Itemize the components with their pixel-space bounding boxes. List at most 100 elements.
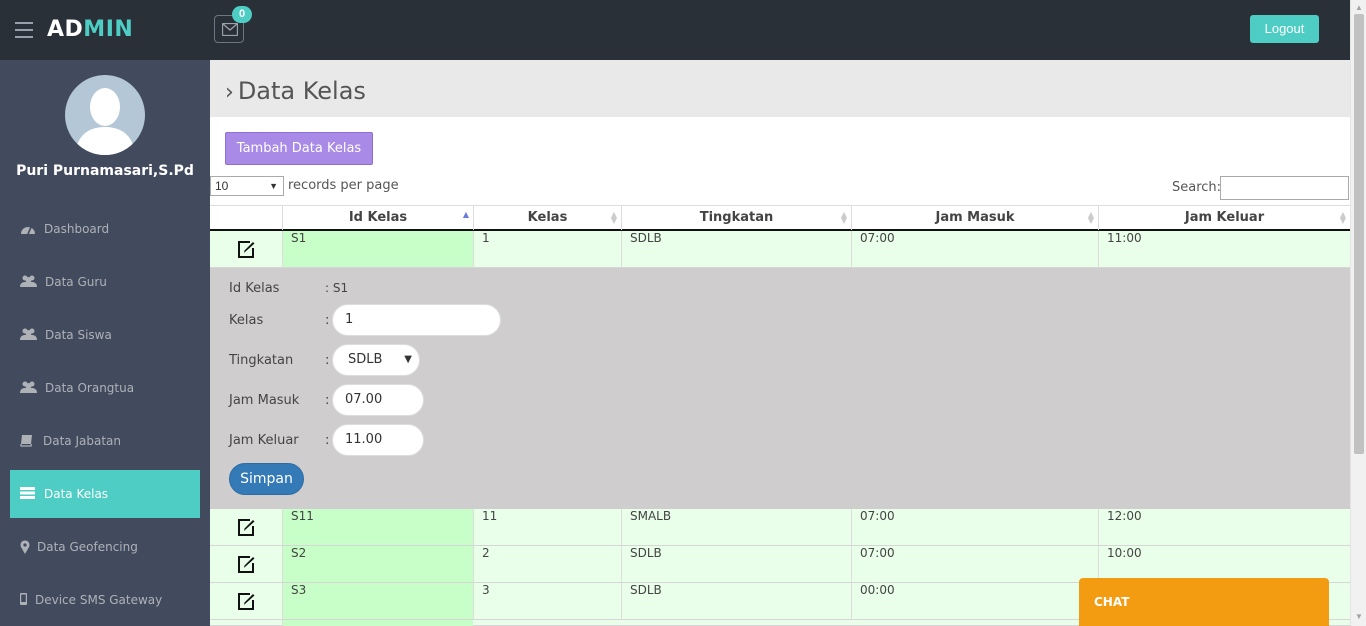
page-length-select[interactable]: 10 ▼: [210, 176, 284, 196]
column-header-action: [210, 206, 282, 230]
users-icon: [20, 275, 37, 291]
sidebar-item-label: Device SMS Gateway: [35, 593, 163, 607]
app-logo: ADMIN: [47, 17, 134, 42]
action-cell: [210, 509, 282, 545]
column-header-tingkatan[interactable]: Tingkatan ▲ ▼: [621, 206, 851, 230]
jam-masuk-input[interactable]: 07.00: [332, 384, 424, 416]
page-scrollbar[interactable]: ▲ ▼: [1350, 0, 1366, 626]
sidebar-item-data-kelas[interactable]: Data Kelas: [10, 470, 200, 518]
cell-id-kelas: S3: [282, 583, 473, 619]
sidebar-item-data-siswa[interactable]: Data Siswa: [10, 311, 200, 359]
cell-id-kelas: [282, 620, 473, 626]
cell-kelas: 2: [473, 546, 621, 582]
cell-jam-masuk: 07:00: [851, 231, 1098, 267]
id-kelas-label: Id Kelas: [229, 281, 280, 296]
sidebar-item-label: Data Jabatan: [43, 434, 121, 448]
sidebar-item-label: Data Kelas: [44, 487, 109, 501]
sidebar-item-label: Data Geofencing: [37, 540, 138, 554]
colon: :: [325, 433, 330, 448]
sidebar: Puri Purnamasari,S.Pd Dashboard Data Gur…: [0, 60, 210, 626]
action-cell: [210, 583, 282, 619]
sidebar-item-label: Dashboard: [44, 222, 110, 236]
edit-icon[interactable]: [236, 592, 256, 611]
cell-jam-masuk: 00:00: [851, 583, 1098, 619]
sort-icon: ▲ ▼: [1339, 210, 1346, 225]
jam-keluar-input[interactable]: 11.00: [332, 424, 424, 456]
edit-icon[interactable]: [236, 518, 256, 537]
scrollbar-thumb[interactable]: [1354, 14, 1364, 454]
edit-icon[interactable]: [236, 240, 256, 259]
column-header-jam-masuk[interactable]: Jam Masuk ▲ ▼: [851, 206, 1098, 230]
mobile-icon: [20, 593, 27, 608]
add-class-button[interactable]: Tambah Data Kelas: [225, 132, 373, 165]
cell-jam-keluar: 12:00: [1098, 509, 1350, 545]
action-cell: [210, 546, 282, 582]
page-length-label: records per page: [288, 178, 399, 193]
scroll-down-icon[interactable]: ▼: [1355, 612, 1363, 621]
table-row[interactable]: S1 1 SDLB 07:00 11:00: [210, 231, 1350, 268]
tingkatan-label: Tingkatan: [229, 353, 294, 368]
colon: :: [325, 393, 330, 408]
kelas-input[interactable]: 1: [332, 304, 501, 336]
chevron-right-icon: ›: [225, 80, 234, 105]
table-row[interactable]: S11 11 SMALB 07:00 12:00: [210, 509, 1350, 546]
id-kelas-value: : S1: [325, 281, 349, 295]
cell-jam-masuk: 07:00: [851, 509, 1098, 545]
sidebar-item-data-jabatan[interactable]: Data Jabatan: [10, 417, 200, 465]
save-button[interactable]: Simpan: [229, 463, 304, 495]
scroll-up-icon[interactable]: ▲: [1355, 3, 1363, 12]
menu-toggle-icon[interactable]: [15, 22, 33, 38]
map-marker-icon: [20, 540, 30, 557]
cell-kelas: 3: [473, 583, 621, 619]
column-header-kelas[interactable]: Kelas ▲ ▼: [473, 206, 621, 230]
envelope-icon: [222, 23, 238, 36]
action-cell: [210, 231, 282, 267]
book-icon: [20, 434, 33, 450]
search-input[interactable]: [1220, 176, 1349, 200]
column-header-id-kelas[interactable]: Id Kelas ▲: [282, 206, 473, 230]
jam-keluar-label: Jam Keluar: [229, 433, 299, 448]
top-header: ADMIN 0 Logout: [0, 0, 1350, 60]
users-icon: [20, 381, 37, 397]
page-title-bar: › Data Kelas: [210, 60, 1350, 117]
cell-kelas: 11: [473, 509, 621, 545]
jam-masuk-label: Jam Masuk: [229, 393, 300, 408]
colon: :: [325, 353, 330, 368]
sidebar-item-label: Data Siswa: [45, 328, 112, 342]
page-title: › Data Kelas: [225, 77, 366, 105]
cell-id-kelas: S11: [282, 509, 473, 545]
search-label: Search:: [1172, 180, 1222, 195]
list-icon: [20, 487, 35, 502]
user-silhouette-icon: [75, 88, 135, 155]
cell-kelas: 1: [473, 231, 621, 267]
sort-icon: ▲ ▼: [840, 210, 847, 225]
cell-tingkatan: SDLB: [621, 231, 851, 267]
colon: :: [325, 313, 330, 328]
cell-tingkatan: SDLB: [621, 546, 851, 582]
cell-id-kelas: S1: [282, 231, 473, 267]
edit-icon[interactable]: [236, 555, 256, 574]
sidebar-item-label: Data Guru: [45, 275, 107, 289]
user-name: Puri Purnamasari,S.Pd: [16, 163, 194, 179]
logout-button[interactable]: Logout: [1250, 15, 1319, 43]
sidebar-item-dashboard[interactable]: Dashboard: [10, 205, 200, 253]
sidebar-item-label: Data Orangtua: [45, 381, 135, 395]
chat-widget[interactable]: CHAT: [1079, 578, 1329, 626]
caret-down-icon: ▼: [269, 181, 278, 191]
sidebar-item-data-geofencing[interactable]: Data Geofencing: [10, 523, 200, 571]
cell-tingkatan: SDLB: [621, 583, 851, 619]
cell-jam-keluar: 10:00: [1098, 546, 1350, 582]
sidebar-item-data-guru[interactable]: Data Guru: [10, 258, 200, 306]
sort-asc-icon: ▲: [462, 210, 469, 219]
column-header-jam-keluar[interactable]: Jam Keluar ▲ ▼: [1098, 206, 1350, 230]
mail-count-badge: 0: [232, 6, 252, 23]
dashboard-icon: [20, 222, 36, 239]
cell-id-kelas: S2: [282, 546, 473, 582]
avatar: [65, 75, 145, 155]
sidebar-item-device-sms-gateway[interactable]: Device SMS Gateway: [10, 576, 200, 624]
tingkatan-select[interactable]: SDLB ▼: [332, 344, 420, 376]
sidebar-item-data-orangtua[interactable]: Data Orangtua: [10, 364, 200, 412]
edit-detail-panel: Id Kelas : S1 Kelas : 1 Tingkatan : SDLB…: [210, 268, 1350, 509]
table-header: Id Kelas ▲ Kelas ▲ ▼ Tingkatan ▲ ▼ Jam Masuk ▲…: [210, 205, 1350, 231]
sort-icon: ▲ ▼: [610, 210, 617, 225]
